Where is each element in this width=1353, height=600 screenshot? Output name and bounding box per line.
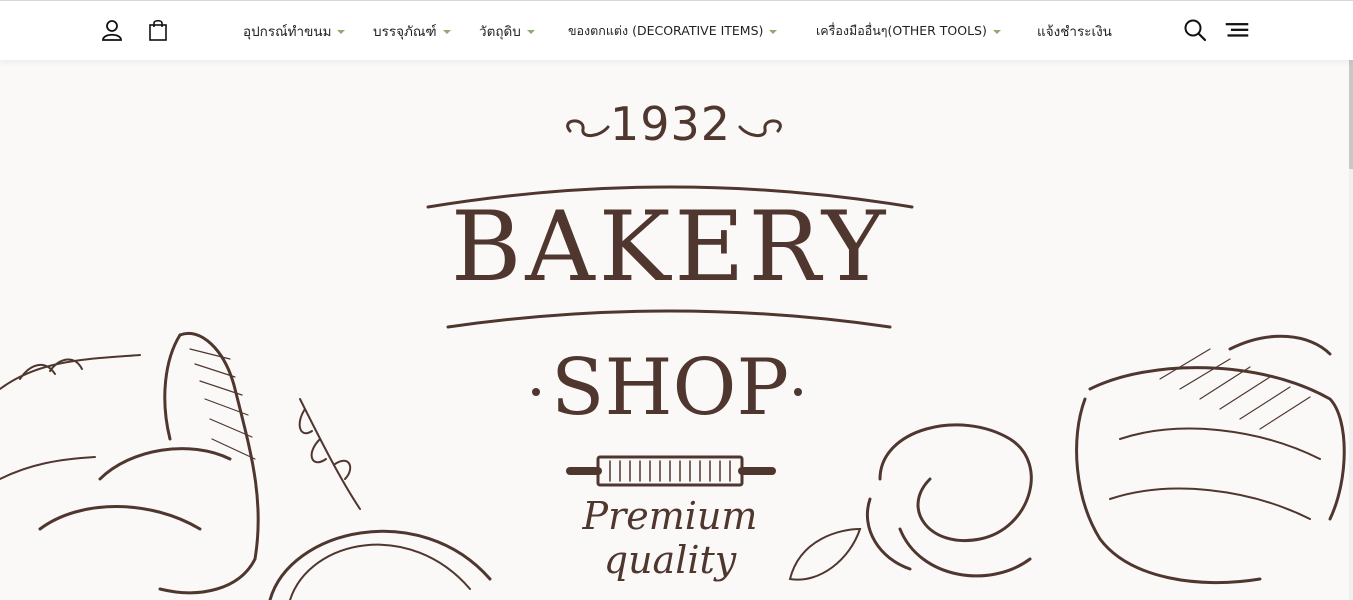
nav-item-label: บรรจุภัณฑ์	[373, 24, 437, 40]
logo-tagline: Premium quality	[582, 494, 758, 582]
nav-item-decorative-items[interactable]: ของตกแต่ง (DECORATIVE ITEMS)	[568, 21, 778, 41]
nav-item-payment-notification[interactable]: แจ้งชำระเงิน	[1037, 21, 1112, 41]
nav-item-label: เครื่องมืออื่นๆ(OTHER TOOLS)	[816, 23, 987, 38]
logo-year: 1932	[610, 97, 732, 151]
nav-item-label: แจ้งชำระเงิน	[1037, 24, 1112, 40]
logo-subtitle: SHOP	[551, 343, 789, 433]
hero-banner: 1932 BAKERY SHOP Premium quality	[0, 59, 1349, 600]
chevron-down-icon	[337, 30, 346, 34]
nav-item-label: วัตถุดิบ	[479, 24, 521, 40]
nav-item-other-tools[interactable]: เครื่องมืออื่นๆ(OTHER TOOLS)	[816, 21, 1001, 41]
nav-item-label: ของตกแต่ง (DECORATIVE ITEMS)	[568, 23, 764, 38]
nav-item-packaging[interactable]: บรรจุภัณฑ์	[373, 21, 451, 41]
nav-item-label: อุปกรณ์ทำขนม	[243, 24, 332, 40]
chevron-down-icon	[442, 30, 451, 34]
nav-item-baking-tools[interactable]: อุปกรณ์ทำขนม	[243, 21, 346, 41]
hamburger-menu-icon[interactable]	[1224, 17, 1250, 43]
user-icon[interactable]	[99, 17, 125, 43]
page-scrollbar-thumb[interactable]	[1349, 59, 1353, 169]
shopping-bag-icon[interactable]	[145, 17, 171, 43]
search-icon[interactable]	[1182, 17, 1208, 43]
nav-item-ingredients[interactable]: วัตถุดิบ	[479, 21, 535, 41]
chevron-down-icon	[992, 30, 1001, 34]
chevron-down-icon	[526, 30, 535, 34]
top-navigation-bar: อุปกรณ์ทำขนม บรรจุภัณฑ์ วัตถุดิบ ของตกแต…	[0, 0, 1353, 60]
logo-title: BAKERY	[450, 191, 890, 303]
chevron-down-icon	[769, 30, 778, 34]
